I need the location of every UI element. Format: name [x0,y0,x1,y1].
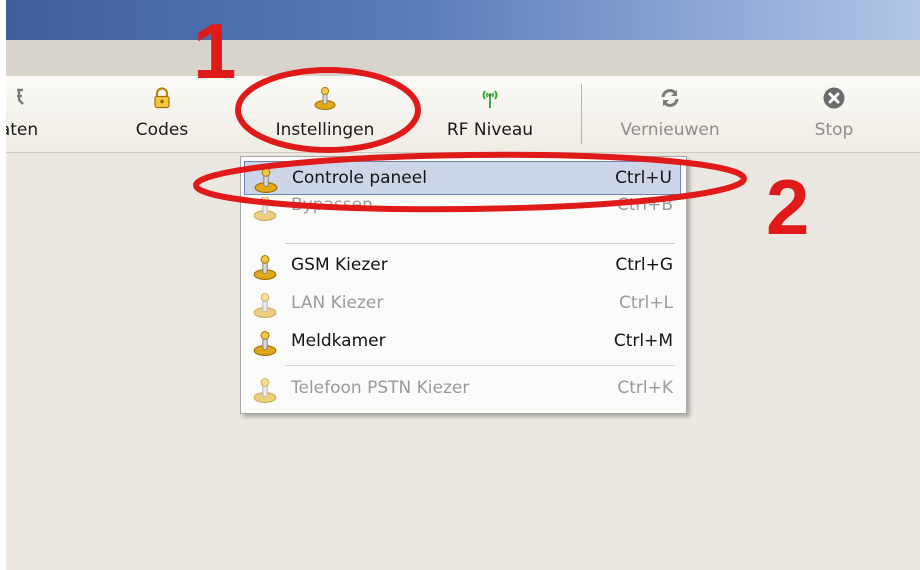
toolbar-label: Vernieuwen [620,120,720,140]
toolbar-label: Stop [814,120,854,140]
toolbar-label: Codes [135,120,189,140]
refresh-icon [658,86,682,110]
menu-bar-strip [6,40,920,76]
annotation-number-1: 1 [193,7,237,95]
toolbar: aten Codes Instellingen [6,76,920,153]
menu-item-label: Controle paneel [292,168,427,188]
toolbar-label: aten [6,120,39,140]
menu-separator [285,365,675,366]
menu-item-telefoon-pstn-kiezer[interactable]: Telefoon PSTN Kiezer Ctrl+K [244,372,681,406]
lock-icon [150,86,174,110]
toolbar-separator [581,84,582,144]
templates-icon [13,86,37,110]
menu-item-shortcut: Ctrl+L [619,293,673,313]
toolbar-label: RF Niveau [446,120,534,140]
menu-item-shortcut: Ctrl+B [616,197,673,215]
menu-item-shortcut: Ctrl+M [613,331,673,351]
toolbar-button-instellingen[interactable]: Instellingen [262,76,388,152]
menu-item-gsm-kiezer[interactable]: GSM Kiezer Ctrl+G [244,249,681,283]
toolbar-label: Instellingen [275,120,375,140]
stop-icon [822,86,846,110]
joystick-icon [252,377,278,403]
joystick-icon [313,86,337,110]
joystick-icon [252,292,278,318]
menu-item-meldkamer[interactable]: Meldkamer Ctrl+M [244,325,681,359]
joystick-icon [252,330,278,356]
menu-separator [285,243,675,244]
menu-item-label: LAN Kiezer [291,293,384,313]
annotation-number-2: 2 [766,163,810,251]
menu-item-label: GSM Kiezer [291,255,388,275]
toolbar-button-vernieuwen[interactable]: Vernieuwen [610,76,730,152]
title-bar [6,0,920,40]
menu-item-label: Bypassen [291,197,373,215]
toolbar-button-templates[interactable]: aten [6,76,54,152]
menu-item-shortcut: Ctrl+G [615,255,673,275]
instellingen-dropdown-menu: Controle paneel Ctrl+U Bypassen Ctrl+B G… [240,156,687,414]
menu-item-controle-paneel[interactable]: Controle paneel Ctrl+U [244,161,681,195]
joystick-icon [253,167,279,193]
toolbar-button-rf-niveau[interactable]: RF Niveau [431,76,549,152]
menu-item-label: Telefoon PSTN Kiezer [291,378,470,398]
toolbar-button-codes[interactable]: Codes [122,76,202,152]
menu-item-bypassen[interactable]: Bypassen Ctrl+B [244,197,681,221]
menu-item-lan-kiezer[interactable]: LAN Kiezer Ctrl+L [244,287,681,321]
menu-item-label: Meldkamer [291,331,386,351]
joystick-icon [252,254,278,280]
menu-item-shortcut: Ctrl+K [617,378,673,398]
antenna-icon [478,86,502,110]
menu-item-shortcut: Ctrl+U [615,168,672,188]
toolbar-button-stop[interactable]: Stop [799,76,869,152]
joystick-icon [252,197,278,221]
